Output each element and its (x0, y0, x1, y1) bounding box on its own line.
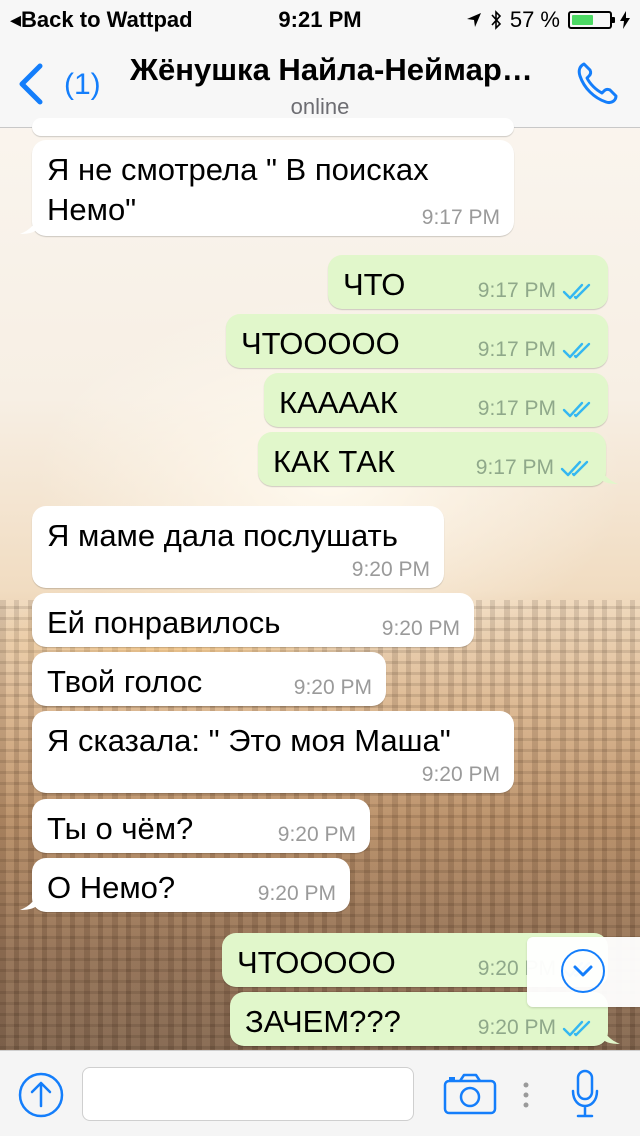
bubble-tail (20, 890, 38, 910)
message-text-line: ЗАЧЕМ??? (245, 1004, 401, 1039)
message-timestamp: 9:20 PM (294, 676, 372, 700)
message-text: ЧТООООО (237, 943, 396, 983)
phone-call-icon[interactable] (574, 58, 622, 106)
message-text-line: ЧТООООО (241, 326, 400, 361)
message-text-line: Я маме дала послушать (47, 518, 398, 553)
chevron-down-icon (561, 949, 605, 993)
share-upload-icon[interactable] (18, 1072, 64, 1118)
message-timestamp: 9:20 PM (382, 617, 460, 641)
message-timestamp: 9:20 PM (422, 763, 500, 787)
message-text-line: ЧТООООО (237, 945, 396, 980)
message-text: Я не смотрела " В поисках Немо" (47, 150, 429, 230)
incoming-message-bubble[interactable]: Ей понравилось 9:20 PM (32, 593, 474, 647)
message-timestamp: 9:17 PM (478, 279, 594, 303)
message-text: ЗАЧЕМ??? (245, 1002, 401, 1042)
message-text-line: Ей понравилось (47, 605, 281, 640)
read-ticks-icon (562, 283, 591, 300)
bluetooth-icon (491, 10, 501, 30)
message-timestamp: 9:20 PM (352, 558, 430, 582)
battery-icon (568, 11, 615, 29)
message-text-line: КААААК (279, 385, 398, 420)
message-text: Ей понравилось (47, 603, 280, 643)
message-time-text: 9:20 PM (293, 676, 372, 699)
message-time-text: 9:20 PM (477, 1016, 556, 1039)
message-time-text: 9:17 PM (477, 397, 556, 420)
message-text-line: ЧТО (343, 267, 406, 302)
message-text: Я маме дала послушать (47, 516, 398, 556)
message-text: КААААК (279, 383, 398, 423)
message-text-line: КАК ТАК (273, 444, 396, 479)
message-time-text: 9:20 PM (351, 558, 430, 581)
message-time-text: 9:20 PM (421, 763, 500, 786)
message-text: О Немо? (47, 868, 175, 908)
message-text-line: Ты о чём? (47, 811, 194, 846)
message-text: Я сказала: " Это моя Маша" (47, 721, 451, 761)
message-text-line: О Немо? (47, 870, 176, 905)
message-timestamp: 9:17 PM (422, 206, 500, 230)
incoming-message-bubble[interactable]: Я маме дала послушать 9:20 PM (32, 506, 444, 588)
read-ticks-icon (560, 460, 589, 477)
message-time-text: 9:20 PM (277, 823, 356, 846)
message-time-text: 9:17 PM (477, 338, 556, 361)
message-text: Твой голос (47, 662, 202, 702)
read-ticks-icon (562, 342, 591, 359)
status-indicators: 57 % (466, 7, 630, 33)
message-text-line: Я не смотрела " В поисках (47, 152, 429, 187)
location-arrow-icon (466, 13, 481, 27)
message-text: ЧТООООО (241, 324, 400, 364)
message-input[interactable] (82, 1067, 414, 1121)
battery-percent: 57 % (509, 7, 560, 32)
camera-icon[interactable] (443, 1073, 497, 1115)
message-text: Ты о чём? (47, 809, 193, 849)
message-text: ЧТО (343, 265, 405, 305)
read-ticks-icon (562, 401, 591, 418)
composer-bar (0, 1050, 640, 1136)
message-text-line: Я сказала: " Это моя Маша" (47, 723, 451, 758)
incoming-message-bubble[interactable]: О Немо? 9:20 PM (32, 858, 350, 912)
bubble-tail (600, 464, 618, 484)
incoming-message-bubble[interactable]: Ты о чём? 9:20 PM (32, 799, 370, 853)
message-time-text: 9:17 PM (475, 456, 554, 479)
scroll-to-bottom-button[interactable] (527, 937, 640, 1007)
message-timestamp: 9:20 PM (258, 882, 336, 906)
message-timestamp: 9:17 PM (478, 397, 594, 421)
more-options-icon[interactable] (522, 1081, 530, 1109)
message-timestamp: 9:20 PM (278, 823, 356, 847)
message-time-text: 9:20 PM (381, 617, 460, 640)
outgoing-message-bubble[interactable]: ЧТООООО 9:17 PM (226, 314, 608, 368)
message-timestamp: 9:17 PM (476, 456, 592, 480)
message-time-text: 9:20 PM (257, 882, 336, 905)
message-time-text: 9:17 PM (477, 279, 556, 302)
contact-status: online (290, 94, 350, 119)
read-ticks-icon (562, 1020, 591, 1037)
incoming-message-bubble[interactable]: Я сказала: " Это моя Маша" 9:20 PM (32, 711, 514, 793)
incoming-message-bubble[interactable]: Я не смотрела " В поисках Немо" 9:17 PM (32, 140, 514, 236)
bubble-tail (20, 214, 38, 234)
outgoing-message-bubble[interactable]: ЧТО 9:17 PM (328, 255, 608, 309)
charging-bolt-icon (620, 11, 630, 29)
microphone-icon[interactable] (570, 1069, 600, 1119)
message-time-text: 9:17 PM (421, 206, 500, 229)
message-text-line: Немо" (47, 192, 137, 227)
contact-name[interactable]: Жёнушка Найла-Неймар… (130, 52, 560, 88)
outgoing-message-bubble[interactable]: КАК ТАК 9:17 PM (258, 432, 606, 486)
battery-level (572, 15, 593, 25)
chat-header: (1) Жёнушка Найла-Неймар… online (0, 40, 640, 128)
outgoing-message-bubble[interactable]: КААААК 9:17 PM (264, 373, 608, 427)
message-text-line: Твой голос (47, 664, 203, 699)
message-timestamp: 9:17 PM (478, 338, 594, 362)
bubble-tail (602, 1024, 620, 1044)
message-text: КАК ТАК (273, 442, 395, 482)
incoming-message-bubble-partial[interactable] (32, 118, 514, 136)
status-bar: ◂Back to Wattpad 9:21 PM 57 % (0, 0, 640, 40)
message-timestamp: 9:20 PM (478, 1016, 594, 1040)
incoming-message-bubble[interactable]: Твой голос 9:20 PM (32, 652, 386, 706)
